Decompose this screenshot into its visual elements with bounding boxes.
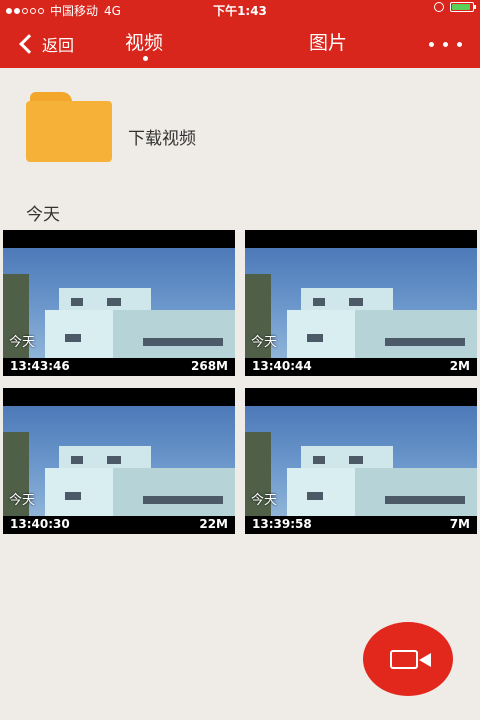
status-right bbox=[434, 2, 476, 12]
signal-strength-icon bbox=[6, 7, 44, 14]
video-size: 22M bbox=[199, 517, 228, 531]
video-size: 7M bbox=[449, 517, 470, 531]
tab-photo[interactable]: 图片 bbox=[309, 28, 347, 55]
thumbnail-image bbox=[3, 406, 235, 516]
more-dots-icon bbox=[429, 42, 434, 47]
video-size: 2M bbox=[449, 359, 470, 373]
active-tab-indicator bbox=[143, 56, 148, 61]
status-left: 中国移动 4G bbox=[6, 2, 121, 19]
back-label: 返回 bbox=[42, 36, 75, 55]
video-meta: 13:40:44 2M bbox=[245, 358, 477, 376]
status-bar: 中国移动 4G 下午1:43 bbox=[0, 0, 480, 20]
carrier-label: 中国移动 bbox=[50, 4, 99, 18]
video-meta: 13:40:30 22M bbox=[3, 516, 235, 534]
download-folder[interactable]: 下载视频 bbox=[26, 92, 226, 166]
video-thumbnail[interactable]: 今天 13:40:44 2M bbox=[245, 230, 477, 376]
video-time: 13:43:46 bbox=[10, 359, 70, 373]
record-video-button[interactable] bbox=[363, 622, 453, 696]
thumbnail-image bbox=[245, 248, 477, 358]
nav-bar: 返回 视频 图片 bbox=[0, 20, 480, 68]
video-time: 13:40:44 bbox=[252, 359, 312, 373]
video-time: 13:40:30 bbox=[10, 517, 70, 531]
thumbnail-watermark: 今天 bbox=[251, 493, 278, 508]
thumbnail-watermark: 今天 bbox=[9, 493, 36, 508]
thumbnail-watermark: 今天 bbox=[9, 335, 36, 350]
folder-label: 下载视频 bbox=[128, 129, 196, 149]
section-title-today: 今天 bbox=[26, 205, 60, 225]
chevron-left-icon bbox=[19, 34, 39, 54]
rotation-lock-icon bbox=[434, 2, 444, 12]
back-button[interactable]: 返回 bbox=[18, 32, 74, 56]
video-meta: 13:39:58 7M bbox=[245, 516, 477, 534]
video-size: 268M bbox=[191, 359, 228, 373]
battery-icon bbox=[450, 2, 476, 12]
video-thumbnail[interactable]: 今天 13:40:30 22M bbox=[3, 388, 235, 534]
folder-icon bbox=[26, 92, 112, 162]
tab-video[interactable]: 视频 bbox=[125, 28, 163, 55]
video-meta: 13:43:46 268M bbox=[3, 358, 235, 376]
video-time: 13:39:58 bbox=[252, 517, 312, 531]
thumbnail-watermark: 今天 bbox=[251, 335, 278, 350]
network-label: 4G bbox=[104, 3, 121, 18]
video-camera-icon bbox=[390, 650, 432, 669]
more-options-button[interactable] bbox=[429, 42, 462, 47]
video-thumbnail[interactable]: 今天 13:39:58 7M bbox=[245, 388, 477, 534]
video-thumbnail[interactable]: 今天 13:43:46 268M bbox=[3, 230, 235, 376]
thumbnail-image bbox=[245, 406, 477, 516]
thumbnail-image bbox=[3, 248, 235, 358]
